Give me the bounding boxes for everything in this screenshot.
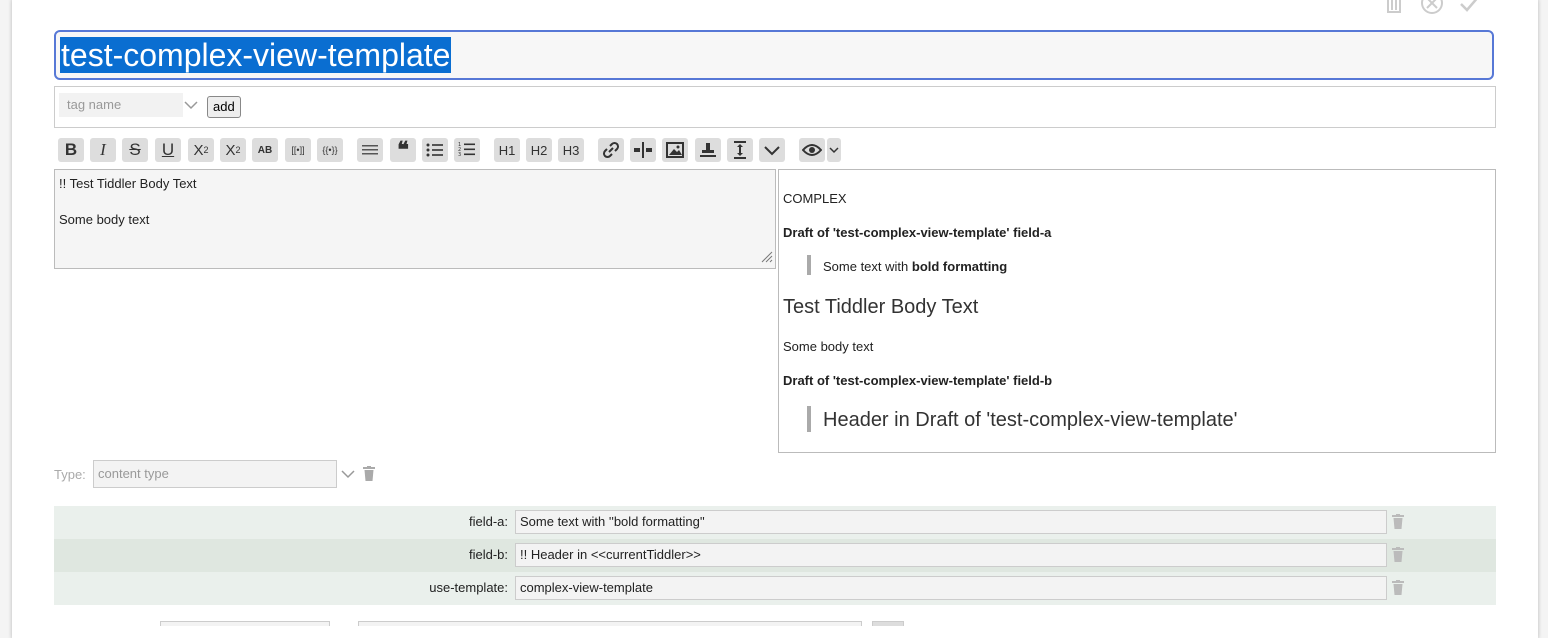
svg-text:3: 3: [458, 152, 461, 158]
title-text: test-complex-view-template: [60, 37, 452, 73]
link-icon[interactable]: [598, 138, 624, 162]
field-name: field-a:: [468, 514, 508, 529]
tag-editor: tag name add: [54, 86, 1496, 128]
quote-button[interactable]: ❝: [390, 137, 416, 162]
size-icon[interactable]: [727, 138, 753, 162]
field-value-input[interactable]: !! Header in <<currentTiddler>>: [515, 543, 1387, 567]
preview-complex: COMPLEX: [783, 191, 847, 206]
underline-button[interactable]: U: [155, 138, 181, 162]
preview-type-chevron-icon[interactable]: [827, 138, 841, 162]
preview-field-b-quote: Header in Draft of 'test-complex-view-te…: [823, 409, 1238, 431]
strikethrough-button[interactable]: S: [122, 138, 148, 162]
superscript-2: 2: [203, 145, 209, 155]
field-row: field-b: !! Header in <<currentTiddler>>: [54, 539, 1496, 572]
monospace-icon[interactable]: [357, 138, 383, 162]
editor-line: Some body text: [59, 212, 150, 227]
field-row: field-a: Some text with ''bold formattin…: [54, 506, 1496, 539]
blockquote-bar: [807, 406, 811, 432]
delete-field-icon[interactable]: [1392, 547, 1404, 567]
preview-field-b-heading: Draft of 'test-complex-view-template' fi…: [783, 373, 1053, 388]
preview-eye-icon[interactable]: [799, 138, 825, 162]
numbered-list-icon[interactable]: 123: [454, 138, 480, 162]
chevron-down-icon[interactable]: [340, 466, 356, 487]
wikilink-button[interactable]: [[•]]: [285, 138, 311, 162]
more-chevron-icon[interactable]: [759, 138, 785, 162]
preview-field-a-text: Some text with: [823, 259, 912, 274]
body-editor[interactable]: !! Test Tiddler Body Text Some body text: [54, 169, 776, 269]
title-input[interactable]: test-complex-view-template: [54, 30, 1494, 80]
delete-field-icon[interactable]: [1392, 514, 1404, 534]
delete-field-icon[interactable]: [1392, 580, 1404, 600]
type-label: Type:: [54, 467, 86, 482]
content-type-input[interactable]: content type: [93, 460, 337, 488]
subscript-button[interactable]: X2: [220, 138, 246, 162]
italic-button[interactable]: I: [90, 138, 116, 162]
blockquote-bar: [807, 255, 811, 275]
done-icon[interactable]: [1458, 0, 1482, 14]
subscript-x: X: [225, 141, 236, 159]
field-value-input[interactable]: complex-view-template: [515, 576, 1387, 600]
preview-field-a-quote: Some text with bold formatting: [823, 259, 1007, 274]
preview-body-text: Some body text: [783, 339, 874, 354]
new-field-value-input[interactable]: [358, 621, 862, 626]
field-value-input[interactable]: Some text with ''bold formatting'': [515, 510, 1387, 534]
field-name: use-template:: [429, 580, 508, 595]
subscript-2: 2: [235, 145, 241, 155]
preview-body-heading: Test Tiddler Body Text: [783, 296, 979, 318]
heading1-button[interactable]: H1: [494, 138, 520, 162]
superscript-button[interactable]: X2: [188, 138, 214, 162]
tiddler-controls: [1382, 0, 1482, 14]
add-tag-button[interactable]: add: [207, 96, 241, 118]
smallcaps-button[interactable]: AB: [252, 138, 278, 162]
preview-pane: COMPLEX Draft of 'test-complex-view-temp…: [778, 169, 1496, 453]
field-name: field-b:: [468, 547, 508, 562]
cancel-icon[interactable]: [1420, 0, 1444, 14]
heading3-button[interactable]: H3: [558, 138, 584, 162]
transclude-button[interactable]: {{•}}: [317, 138, 343, 162]
bold-button[interactable]: B: [58, 138, 84, 162]
tag-name-input[interactable]: tag name: [59, 93, 183, 117]
add-field-button[interactable]: [872, 621, 904, 626]
heading2-button[interactable]: H2: [526, 138, 552, 162]
delete-type-icon[interactable]: [363, 466, 375, 486]
editor-line: !! Test Tiddler Body Text: [59, 176, 197, 191]
fields-table: field-a: Some text with ''bold formattin…: [54, 506, 1496, 605]
new-field-name-input[interactable]: [160, 621, 330, 626]
field-row: use-template: complex-view-template: [54, 572, 1496, 605]
stamp-icon[interactable]: [695, 138, 721, 162]
superscript-x: X: [193, 141, 204, 159]
chevron-down-icon[interactable]: [183, 97, 199, 118]
delete-icon[interactable]: [1382, 0, 1406, 14]
preview-field-a-bold: bold formatting: [911, 259, 1008, 274]
resize-grip-icon[interactable]: [761, 251, 773, 266]
preview-field-a-heading: Draft of 'test-complex-view-template' fi…: [783, 225, 1052, 240]
picture-icon[interactable]: [662, 138, 688, 162]
excise-icon[interactable]: [630, 138, 656, 162]
bullet-list-icon[interactable]: [422, 138, 448, 162]
